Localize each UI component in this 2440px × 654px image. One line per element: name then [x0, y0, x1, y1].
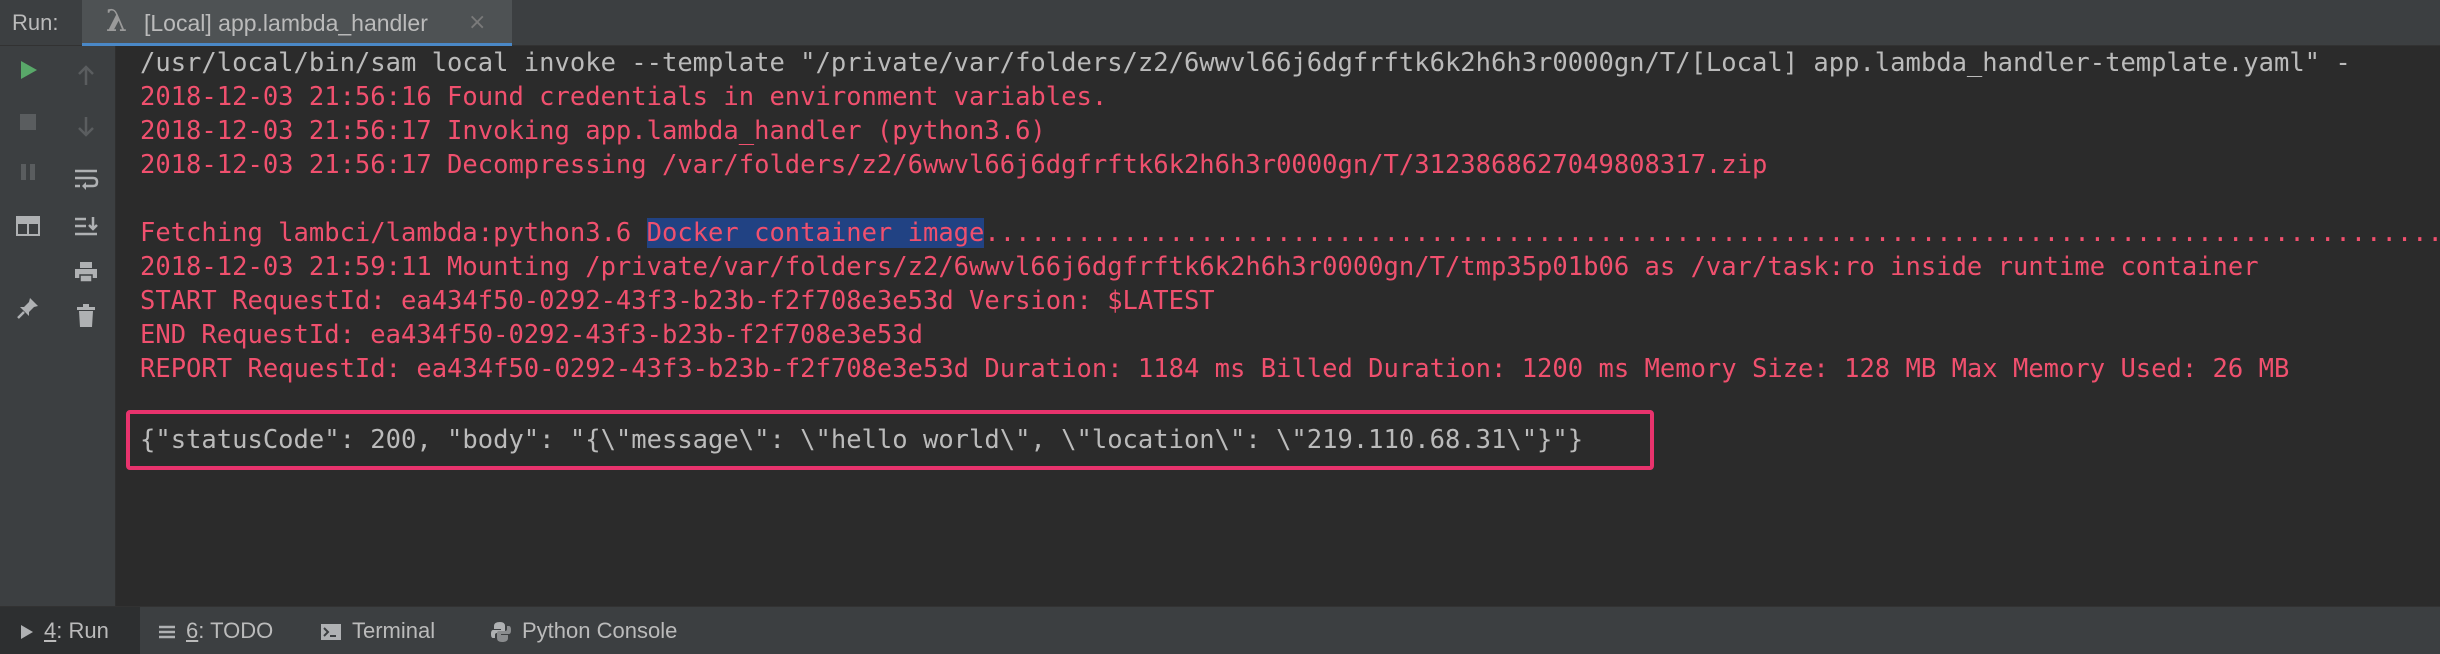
fetch-prefix: Fetching lambci/lambda:python3.6 — [140, 218, 647, 248]
trash-icon — [77, 304, 95, 327]
console-line-command: /usr/local/bin/sam local invoke --templa… — [140, 48, 2351, 78]
ide-window: Run: λ [Local] app.lambda_handler × /usr… — [0, 0, 2440, 654]
pin-icon — [17, 298, 38, 319]
console-line: START RequestId: ea434f50-0292-43f3-b23b… — [140, 286, 1215, 316]
console-line-fetching: Fetching lambci/lambda:python3.6 Docker … — [140, 216, 2440, 250]
pin-tab-button[interactable] — [8, 288, 48, 328]
console-line: 2018-12-03 21:59:11 Mounting /private/va… — [140, 252, 2259, 282]
tab-todo[interactable]: 6: TODO — [158, 607, 273, 654]
scroll-to-end-button[interactable] — [66, 206, 106, 246]
soft-wrap-button[interactable] — [66, 158, 106, 198]
tab-title: [Local] app.lambda_handler — [144, 10, 428, 36]
scroll-to-end-icon — [75, 217, 98, 236]
console-line: 2018-12-03 21:56:17 Decompressing /var/f… — [140, 150, 1768, 180]
terminal-icon — [321, 624, 341, 641]
tool-window-bar: 4: Run 6: TODO Terminal Python Console — [0, 606, 2440, 654]
stop-icon — [20, 114, 36, 130]
layout-icon — [16, 216, 40, 236]
tab-run[interactable]: 4: Run — [0, 607, 140, 654]
rerun-button[interactable] — [8, 50, 48, 90]
tab-close-icon[interactable]: × — [468, 0, 486, 46]
tab-python-console[interactable]: Python Console — [490, 607, 677, 654]
tab-run-label: : Run — [56, 618, 109, 643]
clear-all-button[interactable] — [66, 296, 106, 336]
lambda-icon: λ — [106, 4, 128, 39]
console-line: END RequestId: ea434f50-0292-43f3-b23b-f… — [140, 320, 923, 350]
tab-terminal-label: Terminal — [352, 618, 436, 643]
scroll-down-button[interactable] — [66, 106, 106, 146]
python-icon — [491, 622, 511, 643]
console-output[interactable]: /usr/local/bin/sam local invoke --templa… — [116, 46, 2440, 606]
scroll-up-button[interactable] — [66, 56, 106, 96]
tab-run-number: 4 — [44, 618, 57, 643]
tab-python-console-label: Python Console — [522, 618, 678, 643]
soft-wrap-icon — [75, 169, 99, 190]
print-button[interactable] — [66, 252, 106, 292]
stop-button[interactable] — [8, 102, 48, 142]
console-line: REPORT RequestId: ea434f50-0292-43f3-b23… — [140, 354, 2290, 384]
pause-icon — [21, 164, 35, 180]
tab-terminal[interactable]: Terminal — [320, 607, 435, 654]
list-icon — [159, 625, 175, 639]
arrow-down-icon — [78, 117, 94, 137]
fetch-progress-dots: ........................................… — [984, 218, 2440, 248]
console-line: 2018-12-03 21:56:16 Found credentials in… — [140, 82, 1108, 112]
arrow-up-icon — [78, 65, 94, 85]
run-toolbar-secondary — [56, 46, 116, 606]
pause-button[interactable] — [8, 152, 48, 192]
console-line-response: {"statusCode": 200, "body": "{\"message\… — [140, 425, 1584, 455]
printer-icon — [75, 262, 97, 283]
play-icon — [21, 625, 33, 640]
console-line: 2018-12-03 21:56:17 Invoking app.lambda_… — [140, 116, 1046, 146]
tab-todo-label: : TODO — [198, 618, 274, 643]
run-label: Run: — [12, 10, 59, 35]
tab-todo-number: 6 — [186, 618, 199, 643]
run-tool-window-header: Run: λ [Local] app.lambda_handler × — [0, 0, 2440, 46]
tab-local-app-lambda-handler[interactable]: λ [Local] app.lambda_handler × — [82, 0, 512, 46]
play-icon — [21, 61, 37, 79]
restore-layout-button[interactable] — [8, 206, 48, 246]
selected-text: Docker container image — [646, 218, 985, 248]
run-toolbar-primary — [0, 46, 56, 606]
